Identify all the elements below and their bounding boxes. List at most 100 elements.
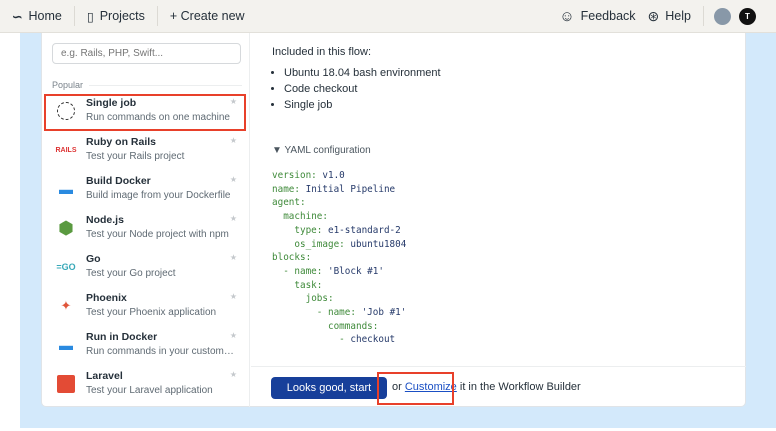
template-desc: Run commands in your custom pre... [86, 346, 236, 357]
yaml-key: blocks: [272, 252, 312, 264]
action-bar: Looks good, start or Customize it in the… [251, 366, 746, 407]
yaml-indent: - [272, 334, 351, 346]
feedback-label: Feedback [580, 9, 636, 23]
org-avatar[interactable] [714, 7, 731, 25]
looks-good-start-button[interactable]: Looks good, start [271, 377, 387, 399]
yaml-line: type: e1-standard-2 [272, 224, 406, 238]
help-link[interactable]: ⊛ Help [648, 6, 703, 26]
semaphore-logo-icon: ∽ [12, 9, 23, 24]
template-title: Go [86, 253, 101, 265]
yaml-key: type: [294, 224, 323, 236]
yaml-key: name: [327, 307, 356, 319]
help-label: Help [665, 9, 691, 23]
suffix-text: it in the Workflow Builder [456, 381, 581, 393]
yaml-key: name: [294, 265, 323, 277]
section-label: Popular [52, 80, 84, 90]
template-item[interactable]: ✦ Phoenix Test your Phoenix application ★ [44, 287, 247, 324]
laravel-icon [56, 375, 76, 393]
yaml-key: commands: [327, 320, 379, 332]
yaml-indent: - [272, 265, 295, 277]
yaml-value: e1-standard-2 [322, 224, 401, 236]
yaml-line: os_image: ubuntu1804 [272, 238, 406, 252]
workflow-template-card: Popular Single jobRun commands on one ma… [41, 33, 746, 407]
yaml-line: machine: [272, 210, 406, 224]
projects-link[interactable]: ▯ Projects [75, 6, 157, 26]
yaml-value: checkout [350, 334, 396, 346]
template-desc: Test your Phoenix application [86, 307, 217, 318]
yaml-line: commands: [272, 320, 406, 334]
template-desc: Test your Laravel application [86, 385, 213, 396]
template-item[interactable]: RAILS Ruby on Rails Test your Rails projec… [44, 131, 247, 168]
yaml-key: jobs: [305, 293, 334, 305]
template-desc: Build image from your Dockerfile [86, 190, 231, 201]
yaml-line: agent: [272, 196, 406, 210]
create-new-link[interactable]: + Create new [158, 6, 257, 26]
feedback-link[interactable]: ☺ Feedback [547, 6, 647, 26]
template-desc: Test your Rails project [86, 151, 185, 162]
template-item[interactable]: ▬ Build Docker Build image from your Docke… [44, 170, 247, 207]
template-title: Build Docker [86, 175, 151, 187]
template-desc: Test your Node project with npm [86, 229, 229, 240]
yaml-line: name: Initial Pipeline [272, 183, 406, 197]
template-title: Phoenix [86, 292, 127, 304]
yaml-line: - name: 'Job #1' [272, 306, 407, 320]
star-icon[interactable]: ★ [230, 253, 237, 262]
projects-label: Projects [99, 9, 145, 23]
star-icon[interactable]: ★ [230, 175, 237, 184]
star-icon[interactable]: ★ [230, 331, 237, 340]
included-item: Code checkout [284, 81, 441, 97]
yaml-line: - checkout [272, 333, 406, 347]
template-item[interactable]: ⬢ Node.js Test your Node project with npm ★ [44, 209, 247, 246]
included-item: Single job [284, 97, 441, 113]
star-icon[interactable]: ★ [230, 214, 237, 223]
yaml-code: version: v1.0 name: Initial Pipeline agent… [272, 169, 406, 347]
yaml-value: 'Job #1' [355, 307, 407, 319]
top-bar: ∽ Home ▯ Projects + Create new ☺ Feedback ⊛… [0, 0, 776, 33]
yaml-indent [272, 225, 294, 236]
template-list: Popular Single jobRun commands on one ma… [42, 33, 250, 407]
yaml-indent [272, 293, 306, 304]
yaml-indent [272, 280, 294, 291]
create-new-label: + Create new [169, 9, 245, 23]
star-icon[interactable]: ★ [230, 370, 237, 379]
home-link[interactable]: ∽ Home [0, 6, 74, 26]
yaml-value: ubuntu1804 [344, 238, 407, 250]
yaml-indent: - [272, 307, 328, 319]
template-search-input[interactable] [52, 43, 241, 64]
yaml-toggle[interactable]: ▼ YAML configuration [272, 145, 371, 156]
highlight-customize [377, 372, 454, 405]
yaml-value: 'Block #1' [322, 265, 384, 277]
user-initial: T [745, 11, 750, 21]
yaml-line: version: v1.0 [272, 169, 406, 183]
phoenix-icon: ✦ [60, 298, 72, 313]
popular-section-header: Popular [52, 80, 242, 90]
yaml-line: blocks: [272, 251, 406, 265]
home-label: Home [28, 9, 62, 23]
docker-icon: ▬ [59, 337, 73, 353]
template-desc: Test your Go project [86, 268, 176, 279]
yaml-line: task: [272, 279, 406, 293]
included-title: Included in this flow: [272, 46, 372, 58]
yaml-line: jobs: [272, 292, 406, 306]
template-title: Ruby on Rails [86, 136, 157, 148]
yaml-key: os_image: [294, 238, 345, 250]
docker-icon: ▬ [59, 181, 73, 197]
template-item[interactable]: =GO Go Test your Go project ★ [44, 248, 247, 285]
yaml-key: machine: [283, 211, 328, 223]
yaml-indent [272, 239, 294, 250]
yaml-line: - name: 'Block #1' [272, 265, 406, 279]
included-item: Ubuntu 18.04 bash environment [284, 65, 441, 81]
template-title: Laravel [86, 370, 123, 382]
go-icon: =GO [56, 262, 76, 272]
yaml-key: name: [272, 183, 300, 195]
rails-icon: RAILS [55, 146, 77, 154]
star-icon[interactable]: ★ [230, 136, 237, 145]
user-avatar[interactable]: T [739, 7, 756, 25]
template-item[interactable]: Laravel Test your Laravel application ★ [44, 365, 247, 402]
star-icon[interactable]: ★ [230, 292, 237, 301]
template-title: Node.js [86, 214, 124, 226]
yaml-value: v1.0 [316, 170, 345, 181]
template-item[interactable]: ▬ Run in Docker Run commands in your custo… [44, 326, 247, 363]
yaml-key: version: [272, 170, 317, 181]
highlight-single-job [44, 94, 246, 131]
